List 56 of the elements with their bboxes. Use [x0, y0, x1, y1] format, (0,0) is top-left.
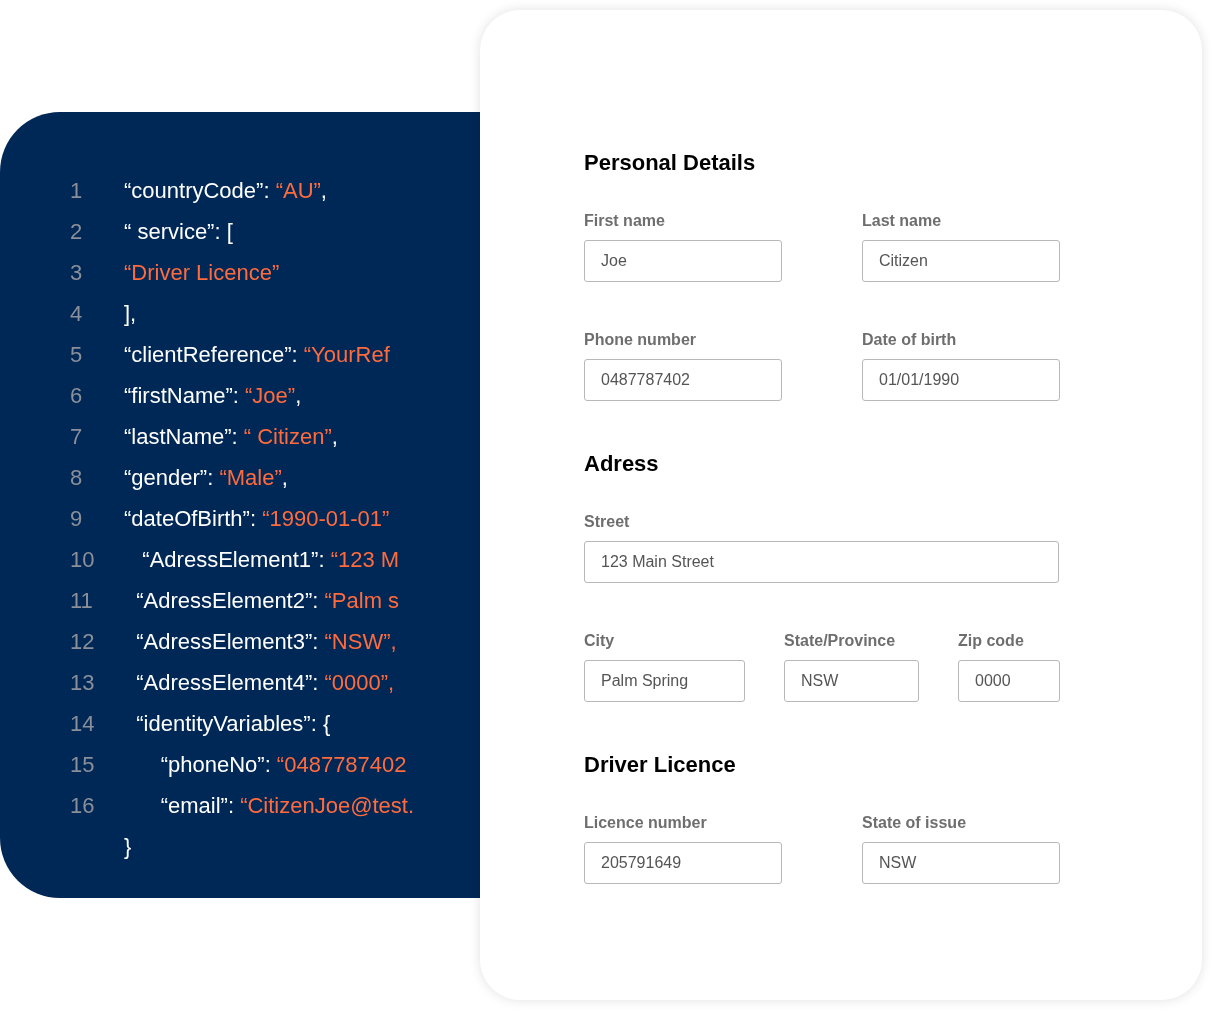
input-field[interactable]: NSW [862, 842, 1060, 884]
code-line: “countryCode”: “AU”, [124, 177, 327, 205]
input-field[interactable]: 0487787402 [584, 359, 782, 401]
field-label: City [584, 631, 616, 651]
line-number: 10 [70, 547, 95, 572]
field-label: State/Province [784, 631, 897, 651]
field-label: Licence number [584, 813, 708, 833]
input-field[interactable]: 123 Main Street [584, 541, 1059, 583]
code-line: “AdressElement3”: “NSW”, [135, 628, 397, 656]
code-line: ], [124, 300, 137, 328]
code-line: “dateOfBirth”: “1990-01-01” [124, 505, 390, 533]
code-line: “Driver Licence” [124, 259, 280, 287]
line-number: 12 [70, 629, 95, 654]
input-field[interactable]: Palm Spring [584, 660, 745, 702]
line-number: 5 [70, 342, 83, 367]
line-number: 4 [70, 301, 83, 326]
code-line: “AdressElement2”: “Palm s [135, 587, 400, 615]
line-number: 3 [70, 260, 83, 285]
code-line: “identityVariables”: { [135, 710, 331, 738]
line-number: 11 [70, 588, 93, 613]
line-number: 14 [70, 711, 95, 736]
input-field[interactable]: Citizen [862, 240, 1060, 282]
code-line: “AdressElement4”: “0000”, [135, 669, 395, 697]
line-number: 8 [70, 465, 83, 490]
code-line: “clientReference”: “YourRef [124, 341, 390, 369]
code-line: “gender”: “Male”, [124, 464, 288, 492]
line-number: 15 [70, 752, 95, 777]
input-field[interactable]: NSW [784, 660, 919, 702]
section-heading: Personal Details [584, 149, 757, 177]
code-line: “firstName”: “Joe”, [124, 382, 302, 410]
field-label: State of issue [862, 813, 968, 833]
line-number: 6 [70, 383, 83, 408]
input-field[interactable]: 205791649 [584, 842, 782, 884]
field-label: First name [584, 211, 666, 231]
line-number: 16 [70, 793, 95, 818]
code-line: “lastName”: “ Citizen”, [124, 423, 338, 451]
line-number: 9 [70, 506, 83, 531]
input-field[interactable]: Joe [584, 240, 782, 282]
section-heading: Adress [584, 450, 660, 478]
section-heading: Driver Licence [584, 751, 737, 779]
code-line: “phoneNo”: “0487787402 [159, 751, 407, 779]
code-line: “email”: “CitizenJoe@test. [159, 792, 415, 820]
code-line: } [124, 833, 132, 861]
field-label: Phone number [584, 330, 697, 350]
field-label: Zip code [958, 631, 1025, 651]
code-line: “AdressElement1”: “123 M [141, 546, 400, 574]
line-number: 2 [70, 219, 83, 244]
input-field[interactable]: 0000 [958, 660, 1060, 702]
field-label: Date of birth [862, 330, 958, 350]
line-number: 7 [70, 424, 83, 449]
field-label: Last name [862, 211, 943, 231]
input-field[interactable]: 01/01/1990 [862, 359, 1060, 401]
line-number: 13 [70, 670, 95, 695]
code-line: “ service”: [ [124, 218, 233, 246]
line-number: 1 [70, 178, 83, 203]
field-label: Street [584, 512, 631, 532]
